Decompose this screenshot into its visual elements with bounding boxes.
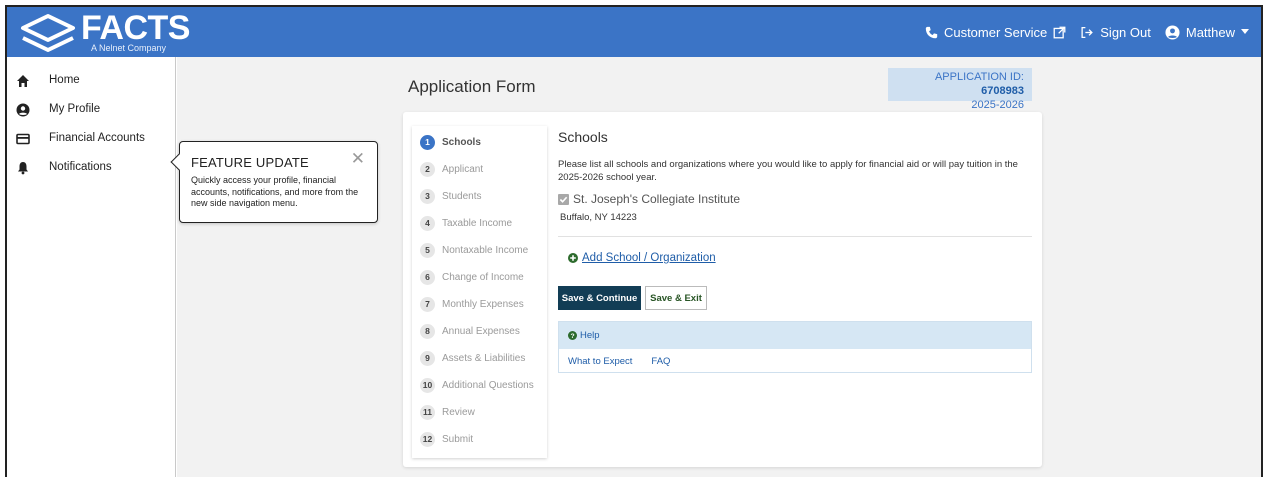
step-applicant[interactable]: 2 Applicant xyxy=(420,160,483,178)
sidebar-item-home[interactable]: Home xyxy=(7,67,176,95)
save-continue-button[interactable]: Save & Continue xyxy=(558,286,641,310)
popover-body: Quickly access your profile, financial a… xyxy=(191,175,359,208)
save-exit-button[interactable]: Save & Exit xyxy=(645,286,707,310)
page-title: Application Form xyxy=(408,77,536,96)
help-panel: ? Help What to Expect FAQ xyxy=(558,321,1032,373)
help-title: Help xyxy=(580,330,600,341)
step-taxable-income[interactable]: 4 Taxable Income xyxy=(420,214,512,232)
user-circle-icon xyxy=(16,103,30,117)
what-to-expect-link[interactable]: What to Expect xyxy=(568,356,632,367)
step-label: Monthly Expenses xyxy=(442,298,524,310)
step-label: Annual Expenses xyxy=(442,325,520,337)
step-label: Schools xyxy=(442,136,481,148)
sign-out-icon xyxy=(1081,26,1094,38)
section-description: Please list all schools and organization… xyxy=(558,159,1018,183)
step-additional-questions[interactable]: 10 Additional Questions xyxy=(420,376,534,394)
sidebar-item-label: Notifications xyxy=(49,161,112,173)
facts-logo-mark-icon xyxy=(21,14,75,52)
caret-down-icon xyxy=(1241,29,1249,34)
step-number: 7 xyxy=(420,296,435,312)
sign-out-label: Sign Out xyxy=(1100,24,1151,40)
user-name: Matthew xyxy=(1185,24,1235,40)
facts-logo[interactable]: FACTS A Nelnet Company xyxy=(17,9,190,54)
help-links: What to Expect FAQ xyxy=(559,349,1031,373)
application-id-value: 6708983 xyxy=(981,85,1024,97)
phone-icon xyxy=(925,26,938,38)
sidebar-item-label: My Profile xyxy=(49,103,101,115)
brand-tagline: A Nelnet Company xyxy=(91,43,167,53)
step-submit[interactable]: 12 Submit xyxy=(420,430,473,448)
step-annual-expenses[interactable]: 8 Annual Expenses xyxy=(420,322,520,340)
feature-update-popover: FEATURE UPDATE ✕ Quickly access your pro… xyxy=(170,141,378,223)
step-label: Change of Income xyxy=(442,271,524,283)
steps-list: 1 Schools 2 Applicant 3 Students 4 Taxable I… xyxy=(412,126,547,458)
question-circle-icon: ? xyxy=(568,331,577,340)
step-label: Applicant xyxy=(442,163,484,175)
step-number: 11 xyxy=(420,404,435,420)
top-right-nav: Customer Service Sign Out Matthew xyxy=(925,7,1249,57)
step-label: Taxable Income xyxy=(442,217,513,229)
help-header[interactable]: ? Help xyxy=(559,322,1031,349)
step-students[interactable]: 3 Students xyxy=(420,187,481,205)
external-link-icon xyxy=(1053,26,1066,38)
top-bar: FACTS A Nelnet Company Customer Service … xyxy=(7,7,1261,57)
step-review[interactable]: 11 Review xyxy=(420,403,475,421)
sidebar-item-my-profile[interactable]: My Profile xyxy=(7,96,176,124)
bell-icon xyxy=(18,162,28,175)
step-change-of-income[interactable]: 6 Change of Income xyxy=(420,268,524,286)
step-number: 12 xyxy=(420,431,435,447)
side-navigation: Home My Profile Financial Accounts Notif… xyxy=(7,57,176,477)
step-number: 1 xyxy=(420,134,435,150)
step-number: 2 xyxy=(420,161,435,177)
user-menu[interactable]: Matthew xyxy=(1165,25,1249,40)
step-assets-liabilities[interactable]: 9 Assets & Liabilities xyxy=(420,349,525,367)
application-id-badge: APPLICATION ID: 6708983 2025-2026 xyxy=(888,68,1032,111)
step-label: Students xyxy=(442,190,482,202)
customer-service-link[interactable]: Customer Service xyxy=(925,25,1066,40)
step-label: Additional Questions xyxy=(442,379,534,391)
application-id-label: APPLICATION ID: xyxy=(934,71,1024,83)
step-number: 3 xyxy=(420,188,435,204)
add-school-label: Add School / Organization xyxy=(582,252,716,264)
faq-link[interactable]: FAQ xyxy=(651,356,670,367)
user-circle-icon xyxy=(1165,24,1180,40)
step-label: Nontaxable Income xyxy=(442,244,529,256)
step-number: 8 xyxy=(420,323,435,339)
step-label: Review xyxy=(442,406,475,418)
school-item: St. Joseph's Collegiate Institute xyxy=(558,192,740,206)
customer-service-label: Customer Service xyxy=(943,24,1048,40)
section-title: Schools xyxy=(558,129,608,145)
step-number: 5 xyxy=(420,242,435,258)
step-label: Assets & Liabilities xyxy=(442,352,526,364)
step-number: 9 xyxy=(420,350,435,366)
step-monthly-expenses[interactable]: 7 Monthly Expenses xyxy=(420,295,524,313)
credit-card-icon xyxy=(16,133,30,145)
school-name: St. Joseph's Collegiate Institute xyxy=(573,192,741,206)
plus-circle-icon xyxy=(568,253,578,263)
step-number: 6 xyxy=(420,269,435,285)
sidebar-item-notifications[interactable]: Notifications xyxy=(7,154,176,182)
step-label: Submit xyxy=(442,433,474,445)
svg-text:?: ? xyxy=(570,333,574,340)
add-school-link[interactable]: Add School / Organization xyxy=(568,252,716,264)
sidebar-item-label: Home xyxy=(49,74,80,86)
school-checkbox[interactable] xyxy=(558,193,569,205)
check-icon xyxy=(559,196,568,203)
step-number: 10 xyxy=(420,377,435,393)
home-icon xyxy=(17,75,29,87)
divider xyxy=(558,236,1032,237)
school-address: Buffalo, NY 14223 xyxy=(560,212,637,223)
application-year: 2025-2026 xyxy=(971,99,1024,111)
step-nontaxable-income[interactable]: 5 Nontaxable Income xyxy=(420,241,528,259)
step-schools[interactable]: 1 Schools xyxy=(420,133,481,151)
close-icon[interactable]: ✕ xyxy=(351,149,365,169)
step-number: 4 xyxy=(420,215,435,231)
popover-title: FEATURE UPDATE xyxy=(191,155,309,170)
sidebar-item-financial-accounts[interactable]: Financial Accounts xyxy=(7,125,176,153)
sign-out-link[interactable]: Sign Out xyxy=(1080,25,1151,40)
sidebar-item-label: Financial Accounts xyxy=(49,132,145,144)
